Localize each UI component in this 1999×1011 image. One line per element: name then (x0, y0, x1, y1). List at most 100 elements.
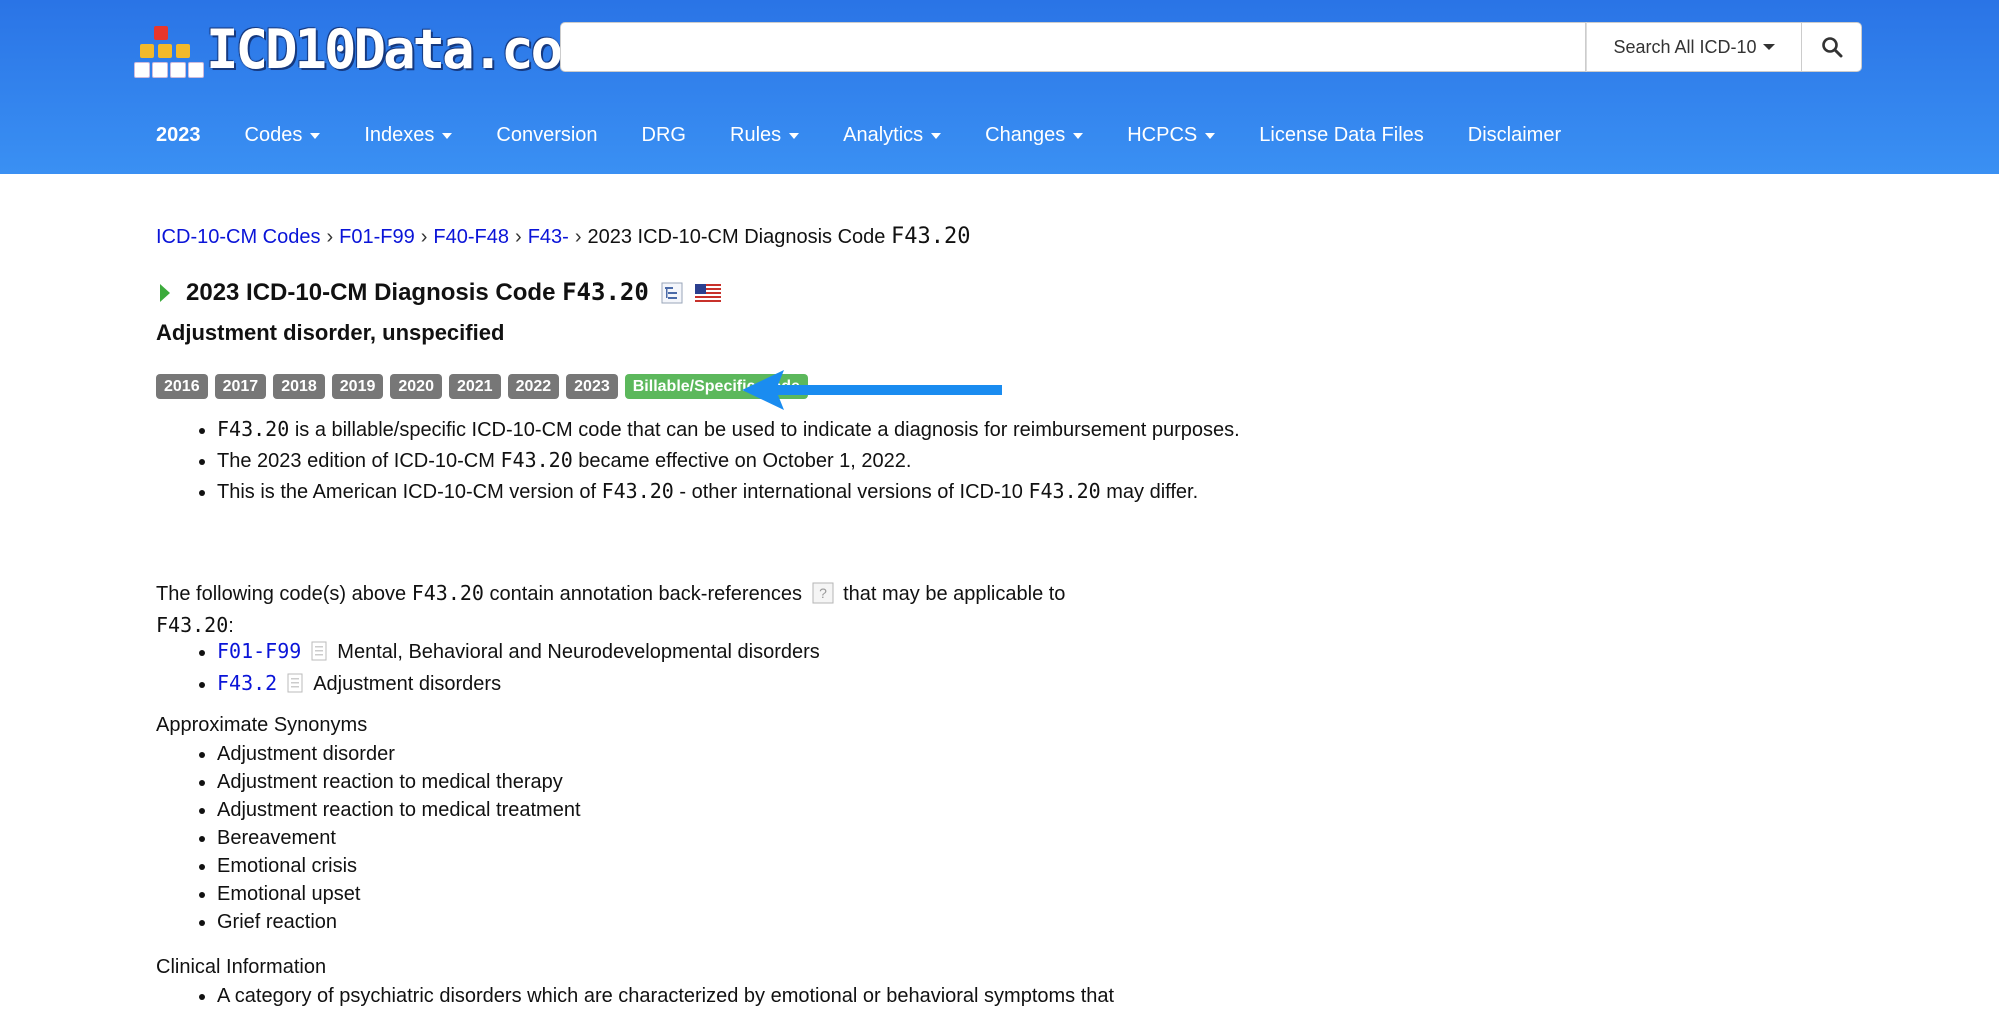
code-inline: F43.20 (217, 417, 290, 441)
search-icon (1821, 37, 1842, 58)
list-item: F01-F99 Mental, Behavioral and Neurodevel… (217, 636, 820, 668)
info-text: This is the American ICD-10-CM version o… (217, 481, 597, 503)
info-text: - other international versions of ICD-10 (679, 481, 1023, 503)
nav-label: Changes (985, 123, 1066, 146)
breadcrumb-current: 2023 ICD-10-CM Diagnosis Code (587, 226, 886, 248)
year-badge-2021[interactable]: 2021 (448, 374, 501, 399)
nav-label: Codes (244, 123, 303, 146)
billable-info-list: F43.20 is a billable/specific ICD-10-CM … (156, 414, 1256, 507)
chevron-down-icon (789, 133, 800, 139)
search-button[interactable] (1802, 22, 1862, 72)
year-badge-2017[interactable]: 2017 (214, 374, 267, 399)
nav-item-2023[interactable]: 2023 (134, 124, 223, 147)
code-inline: F43.20 (411, 581, 484, 605)
search-scope-dropdown[interactable]: Search All ICD-10 (1586, 22, 1802, 72)
year-badge-2023[interactable]: 2023 (566, 374, 618, 399)
info-text: is a billable/specific ICD-10-CM code th… (294, 419, 1240, 441)
nav-label: Indexes (364, 123, 435, 146)
nav-item-disclaimer[interactable]: Disclaimer (1446, 124, 1583, 147)
nav-label: Rules (730, 123, 782, 146)
synonyms-list: Adjustment disorderAdjustment reaction t… (156, 740, 581, 936)
chevron-down-icon (1762, 44, 1775, 50)
breadcrumb-link-f01-f99[interactable]: F01-F99 (339, 226, 415, 248)
code-description: Mental, Behavioral and Neurodevelopmenta… (337, 641, 820, 663)
us-flag-icon (694, 283, 721, 302)
breadcrumb-separator: › (574, 226, 582, 248)
code-description: Adjustment disorders (313, 673, 502, 695)
search-input[interactable] (560, 22, 1586, 72)
info-text: The 2023 edition of ICD-10-CM (217, 450, 495, 472)
synonym-item: Adjustment disorder (217, 740, 581, 768)
breadcrumb-link-icd10cm-codes[interactable]: ICD-10-CM Codes (156, 226, 320, 248)
code-inline: F43.20 (1028, 479, 1101, 503)
backref-paragraph: The following code(s) above F43.20 conta… (156, 578, 1236, 642)
logo-blocks-icon (134, 18, 204, 80)
page-title-row: 2023 ICD-10-CM Diagnosis Code F43.20 (156, 278, 721, 307)
help-icon[interactable]: ? (812, 582, 834, 604)
chevron-down-icon (1205, 133, 1216, 139)
breadcrumb: ICD-10-CM Codes › F01-F99 › F40-F48 › F43- › 202… (156, 224, 970, 249)
nav-item-hcpcs[interactable]: HCPCS (1105, 124, 1237, 147)
chevron-down-icon (1073, 133, 1084, 139)
annotation-arrow-icon (742, 370, 1002, 410)
backref-list: F01-F99 Mental, Behavioral and Neurodevel… (156, 636, 820, 700)
code-link-f43-2[interactable]: F43.2 (217, 671, 277, 695)
synonyms-heading: Approximate Synonyms (156, 714, 368, 736)
breadcrumb-separator: › (515, 226, 522, 248)
document-icon[interactable] (287, 673, 303, 693)
search-scope-label: Search All ICD-10 (1613, 36, 1757, 57)
breadcrumb-current-code: F43.20 (890, 224, 971, 249)
info-text: may differ. (1106, 481, 1199, 503)
breadcrumb-separator: › (420, 226, 428, 248)
nav-label: License Data Files (1259, 123, 1424, 146)
list-item: F43.2 Adjustment disorders (217, 668, 820, 700)
info-text: became effective on October 1, 2022. (578, 450, 912, 472)
code-inline: F43.20 (500, 448, 573, 472)
code-description: Adjustment disorder, unspecified (156, 320, 505, 345)
nav-item-rules[interactable]: Rules (708, 124, 821, 147)
list-item: This is the American ICD-10-CM version o… (217, 476, 1256, 507)
year-badge-2022[interactable]: 2022 (507, 374, 560, 399)
nav-item-conversion[interactable]: Conversion (474, 124, 619, 147)
search-bar: Search All ICD-10 (560, 22, 1862, 74)
nav-item-drg[interactable]: DRG (620, 124, 708, 147)
nav-item-analytics[interactable]: Analytics (821, 124, 963, 147)
nav-label: DRG (641, 123, 686, 146)
nav-item-license-data-files[interactable]: License Data Files (1237, 124, 1446, 147)
nav-label: Disclaimer (1467, 123, 1562, 146)
breadcrumb-separator: › (326, 226, 334, 248)
nav-item-changes[interactable]: Changes (963, 124, 1105, 147)
synonym-item: Emotional upset (217, 880, 581, 908)
breadcrumb-link-f40-f48[interactable]: F40-F48 (433, 226, 509, 248)
code-inline: F43.20 (156, 613, 229, 637)
svg-text:?: ? (819, 585, 827, 601)
nav-item-codes[interactable]: Codes (223, 124, 343, 147)
synonym-item: Adjustment reaction to medical treatment (217, 796, 581, 824)
code-inline: F43.20 (601, 479, 674, 503)
logo-text: ICD10Data.com (206, 17, 593, 81)
list-item: The 2023 edition of ICD-10-CM F43.20 bec… (217, 445, 1256, 476)
year-badge-2016[interactable]: 2016 (156, 374, 208, 399)
year-badge-2020[interactable]: 2020 (390, 374, 442, 399)
backref-text: contain annotation back-references (489, 583, 802, 605)
nav-item-indexes[interactable]: Indexes (342, 124, 474, 147)
year-badge-2019[interactable]: 2019 (331, 374, 384, 399)
main-nav: 2023 Codes Indexes Conversion DRG Rules Analyt… (134, 114, 1583, 156)
chevron-down-icon (442, 133, 453, 139)
synonym-item: Adjustment reaction to medical therapy (217, 768, 581, 796)
nav-label: Analytics (843, 123, 924, 146)
year-badge-2018[interactable]: 2018 (273, 374, 325, 399)
backref-text: The following code(s) above (156, 583, 407, 605)
tree-icon[interactable] (661, 282, 683, 304)
chevron-down-icon (310, 133, 321, 139)
page-title: 2023 ICD-10-CM Diagnosis Code F43.20 (186, 278, 649, 307)
site-logo[interactable]: ICD10Data.com (134, 17, 593, 81)
chevron-down-icon (931, 133, 942, 139)
breadcrumb-link-f43[interactable]: F43- (528, 226, 569, 248)
synonym-item: Emotional crisis (217, 852, 581, 880)
document-icon[interactable] (311, 641, 327, 661)
backref-text: that may be applicable to (843, 583, 1066, 605)
backref-colon: : (228, 615, 234, 637)
clinical-info-list: A category of psychiatric disorders whic… (156, 982, 1306, 1010)
code-link-f01-f99[interactable]: F01-F99 (217, 639, 301, 663)
